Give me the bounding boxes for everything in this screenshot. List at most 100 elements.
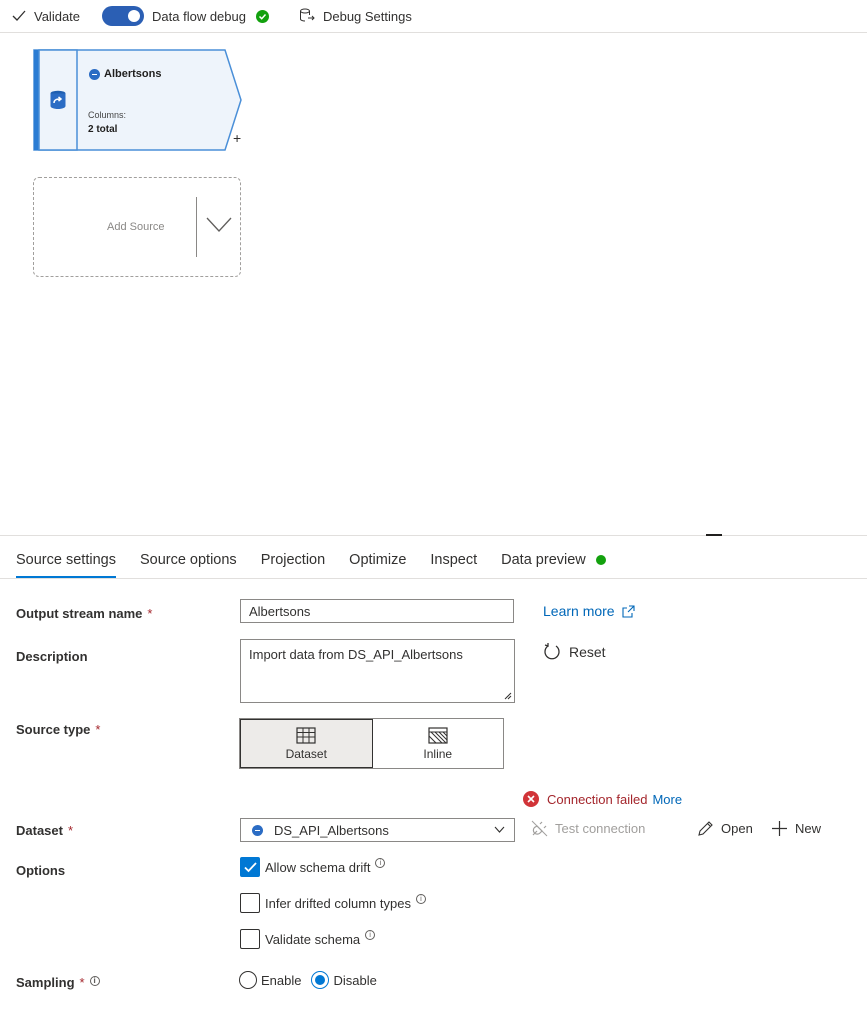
node-title: Albertsons <box>89 68 161 80</box>
node-columns-label: Columns: <box>88 110 127 120</box>
data-flow-debug-toggle[interactable]: Data flow debug <box>102 6 277 26</box>
source-type-dataset-option[interactable]: Dataset <box>240 719 373 768</box>
tab-data-preview[interactable]: Data preview <box>501 552 606 576</box>
dataset-option-label: Dataset <box>285 746 327 761</box>
infer-drifted-checkbox[interactable] <box>240 893 260 913</box>
checkmark-icon <box>12 10 26 21</box>
toolbar: Validate Data flow debug Debug Settings <box>0 0 867 33</box>
required-marker: * <box>95 722 101 737</box>
add-source-box[interactable]: Add Source <box>33 177 241 277</box>
description-text: Import data from DS_API_Albertsons <box>249 647 463 662</box>
sampling-enable-radio[interactable] <box>239 971 257 989</box>
sampling-label: Sampling * i <box>16 975 100 990</box>
info-icon[interactable]: i <box>365 930 376 940</box>
allow-schema-drift-label: Allow schema drift <box>265 859 371 875</box>
label-text: Source type <box>16 722 91 737</box>
checkmark-icon <box>243 861 257 872</box>
dataset-dot-icon <box>89 68 100 80</box>
output-stream-name-input[interactable] <box>240 599 514 623</box>
tab-source-options[interactable]: Source options <box>140 552 237 576</box>
sampling-radio-group: Enable Disable <box>239 971 387 989</box>
allow-schema-drift-checkbox[interactable] <box>240 857 260 877</box>
reset-icon <box>544 643 560 660</box>
node-icon-cell <box>39 51 77 149</box>
data-flow-debug-label: Data flow debug <box>152 8 246 24</box>
source-type-selector: Dataset Inline <box>239 718 504 769</box>
dataset-label: Dataset * <box>16 823 73 838</box>
chevron-down-icon[interactable] <box>206 217 232 233</box>
label-text: Dataset <box>16 823 63 838</box>
resize-grip-icon[interactable] <box>503 691 512 700</box>
minimize-panel-icon[interactable] <box>706 534 722 536</box>
plus-icon <box>772 821 787 836</box>
add-source-label: Add Source <box>107 221 165 233</box>
required-marker: * <box>147 606 153 621</box>
sampling-enable-label: Enable <box>261 972 302 988</box>
table-grid-icon <box>296 726 316 744</box>
tab-label: Source options <box>139 552 237 568</box>
tab-source-settings[interactable]: Source settings <box>16 552 116 578</box>
validate-button[interactable]: Validate <box>12 9 80 24</box>
info-icon[interactable]: i <box>375 858 386 868</box>
toggle-knob <box>128 10 141 22</box>
status-dot-icon <box>595 555 606 565</box>
connection-more-link[interactable]: More <box>652 792 682 807</box>
validate-label: Validate <box>34 8 81 24</box>
source-type-inline-option[interactable]: Inline <box>373 719 504 768</box>
error-icon <box>523 791 539 807</box>
info-icon[interactable]: i <box>89 976 100 986</box>
validate-schema-checkbox[interactable] <box>240 929 260 949</box>
infer-drifted-label: Infer drifted column types <box>265 895 411 911</box>
plug-icon <box>531 820 548 837</box>
tab-label: Source settings <box>16 552 116 568</box>
required-marker: * <box>79 975 85 990</box>
dataset-type-icon <box>252 824 263 836</box>
test-connection-button[interactable]: Test connection <box>531 820 645 837</box>
tab-label: Data preview <box>501 552 586 568</box>
chevron-down-icon <box>494 826 505 833</box>
reset-label: Reset <box>569 644 606 660</box>
pencil-icon <box>698 821 713 836</box>
sampling-disable-radio[interactable] <box>311 971 330 989</box>
allow-schema-drift-row: Allow schema drift i <box>240 857 386 877</box>
new-label: New <box>795 821 822 836</box>
connection-status: Connection failed More <box>523 791 682 807</box>
validate-schema-label: Validate schema <box>265 931 361 947</box>
learn-more-link[interactable]: Learn more <box>543 603 635 619</box>
tab-projection[interactable]: Projection <box>261 552 325 576</box>
learn-more-text: Learn more <box>543 603 615 619</box>
infer-drifted-row: Infer drifted column types i <box>240 893 426 913</box>
add-source-divider <box>196 197 197 257</box>
new-dataset-button[interactable]: New <box>771 820 821 837</box>
connection-failed-text: Connection failed <box>547 791 648 807</box>
validate-schema-row: Validate schema i <box>240 929 376 949</box>
required-marker: * <box>67 823 74 838</box>
description-label: Description <box>16 649 88 664</box>
options-label: Options <box>16 863 66 878</box>
tab-inspect[interactable]: Inspect <box>430 552 477 576</box>
test-connection-label: Test connection <box>555 821 646 836</box>
label-text: Output stream name <box>16 606 143 621</box>
inline-option-label: Inline <box>423 746 453 761</box>
debug-settings-button[interactable]: Debug Settings <box>299 8 412 24</box>
description-textarea[interactable]: Import data from DS_API_Albertsons <box>240 639 515 703</box>
add-transform-plus-icon[interactable]: + <box>233 130 241 146</box>
panel-splitter[interactable] <box>0 535 867 536</box>
external-link-icon <box>622 604 635 618</box>
source-node-albertsons[interactable]: Albertsons Columns: 2 total + <box>33 49 243 152</box>
open-label: Open <box>721 821 753 836</box>
open-dataset-button[interactable]: Open <box>697 820 753 837</box>
dataset-dropdown[interactable]: DS_API_Albertsons <box>240 818 515 842</box>
tab-optimize[interactable]: Optimize <box>349 552 406 576</box>
settings-tabs: Source settings Source options Projectio… <box>16 552 630 578</box>
reset-button[interactable]: Reset <box>543 643 606 661</box>
toggle-switch[interactable] <box>102 6 145 26</box>
inline-hatch-icon <box>428 726 448 744</box>
tab-label: Projection <box>260 552 326 568</box>
info-icon[interactable]: i <box>415 894 426 904</box>
node-columns-value: 2 total <box>88 124 118 135</box>
node-title-text: Albertsons <box>104 68 162 80</box>
dataset-selected-value: DS_API_Albertsons <box>274 822 389 838</box>
tab-divider <box>0 578 867 579</box>
debug-settings-icon <box>299 8 315 22</box>
